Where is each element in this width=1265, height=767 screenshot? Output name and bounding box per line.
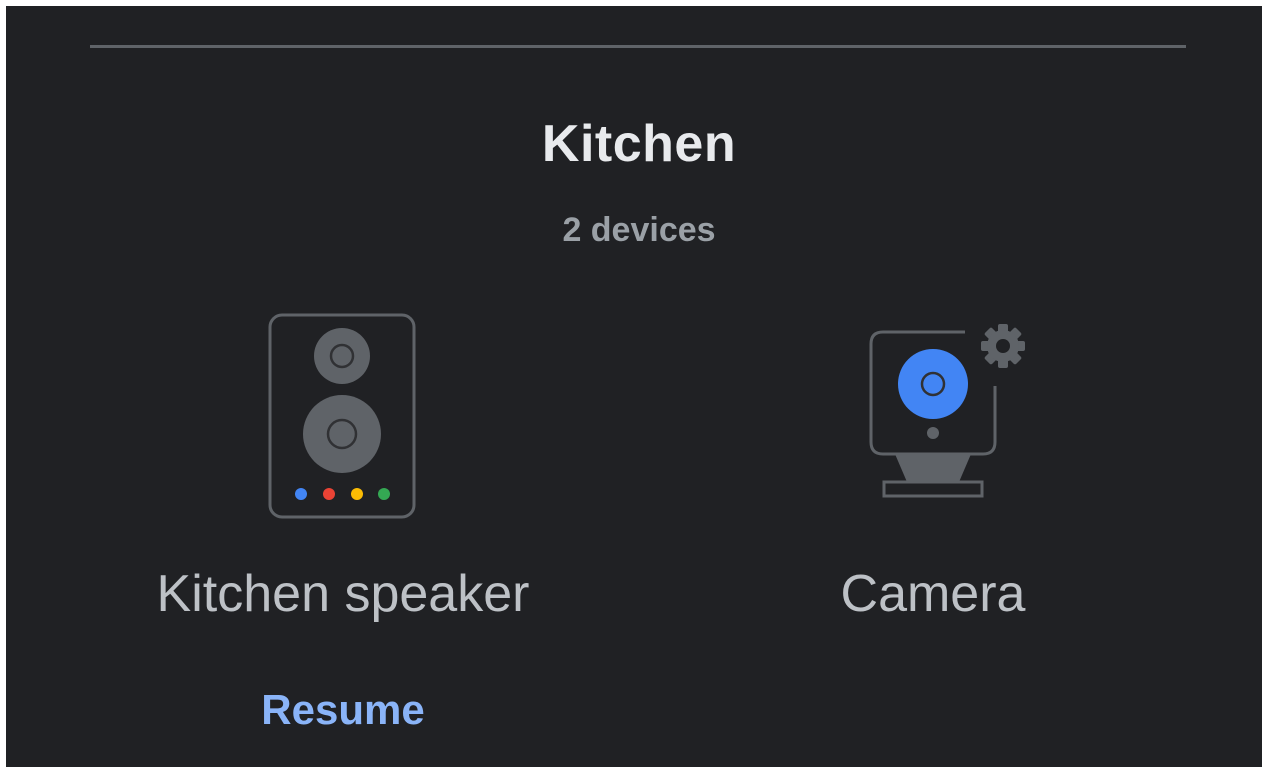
indicator-dot-green — [378, 488, 390, 500]
smart-speaker-icon — [268, 313, 416, 519]
indicator-dot-blue — [295, 488, 307, 500]
device-name-camera: Camera — [840, 565, 1026, 623]
device-tile-camera[interactable]: Camera — [683, 306, 1183, 746]
indicator-dot-red — [323, 488, 335, 500]
security-camera-icon — [869, 324, 1025, 498]
device-tile-kitchen-speaker[interactable]: Kitchen speaker Resume — [93, 306, 593, 746]
top-divider — [90, 45, 1186, 48]
room-title: Kitchen — [541, 115, 737, 173]
indicator-dot-yellow — [351, 488, 363, 500]
resume-button[interactable]: Resume — [93, 686, 593, 734]
room-screen: Kitchen 2 devices Kitchen speaker Resume — [6, 6, 1262, 767]
device-name-kitchen-speaker: Kitchen speaker — [156, 565, 530, 623]
gear-icon — [981, 324, 1025, 368]
room-device-count: 2 devices — [562, 211, 716, 249]
